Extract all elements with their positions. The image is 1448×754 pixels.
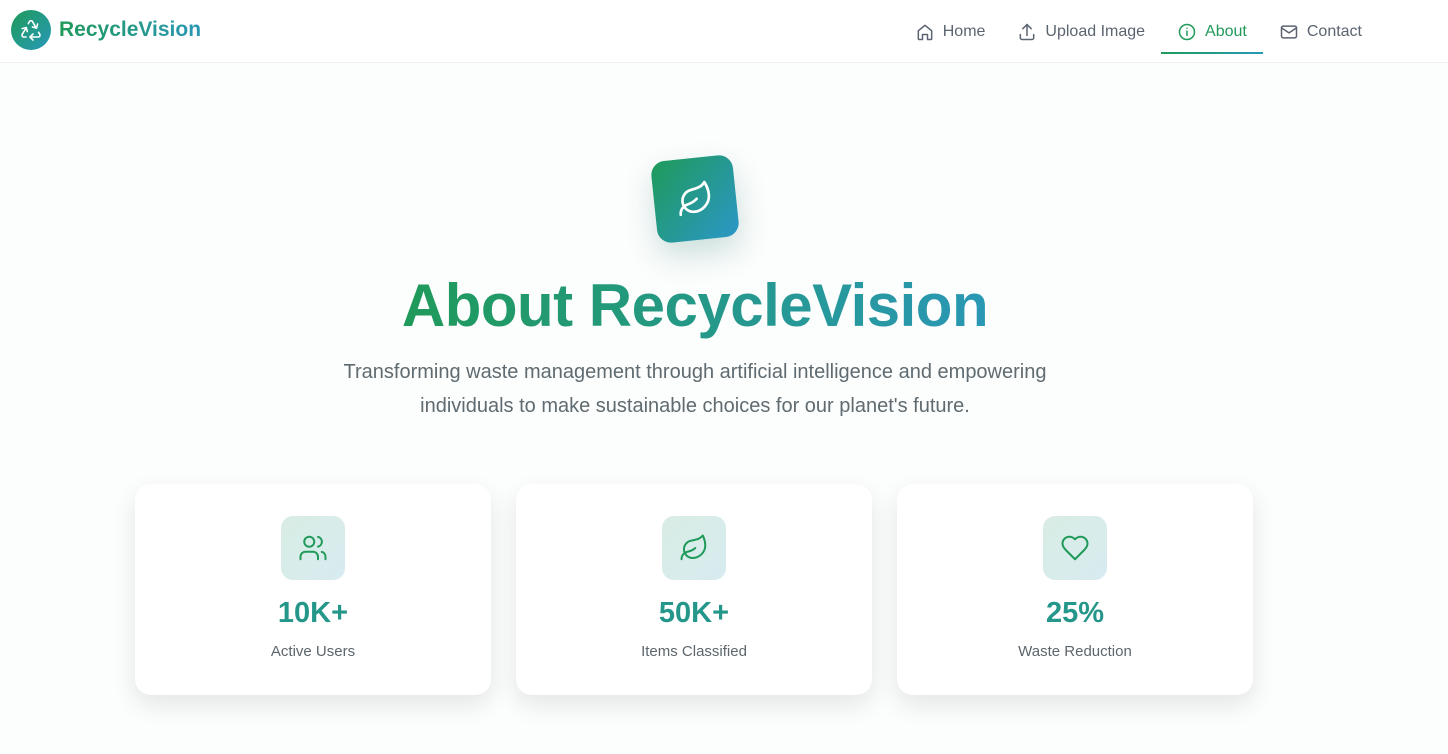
stat-icon-box (1043, 516, 1107, 580)
subtitle-line-1: Transforming waste management through ar… (343, 361, 1047, 383)
stat-card-items-classified: 50K+ Items Classified (516, 484, 872, 695)
stat-card-active-users: 10K+ Active Users (135, 484, 491, 695)
hero-leaf-badge (649, 153, 741, 245)
nav-home-label: Home (942, 22, 986, 40)
leaf-icon (680, 534, 707, 561)
recycle-icon (11, 10, 51, 50)
stat-value: 25% (1045, 597, 1105, 629)
nav-about-label: About (1205, 22, 1247, 40)
users-icon (299, 535, 327, 561)
stat-label: Active Users (270, 643, 356, 660)
stat-card-waste-reduction: 25% Waste Reduction (897, 484, 1253, 695)
upload-icon (1020, 23, 1035, 40)
nav-home[interactable]: Home (899, 0, 1002, 63)
subtitle-line-2: individuals to make sustainable choices … (420, 395, 970, 417)
top-navbar: RecycleVision Home Upload Image About Co… (0, 0, 1448, 63)
stat-icon-box (662, 516, 726, 580)
stat-label: Items Classified (641, 643, 747, 660)
page-title: About RecycleVision (401, 272, 989, 339)
brand[interactable]: RecycleVision (11, 10, 201, 50)
nav-upload-image[interactable]: Upload Image (1001, 0, 1161, 63)
leaf-icon (679, 180, 711, 217)
brand-name: RecycleVision (59, 18, 202, 41)
mail-icon (1280, 24, 1298, 39)
main-nav: Home Upload Image About Contact (899, 0, 1378, 63)
heart-icon (1061, 535, 1089, 561)
page-subtitle: Transforming waste management through ar… (320, 355, 1070, 423)
nav-contact-label: Contact (1306, 22, 1362, 40)
info-icon (1178, 23, 1196, 40)
nav-about[interactable]: About (1161, 0, 1263, 63)
nav-upload-label: Upload Image (1045, 22, 1146, 40)
nav-contact[interactable]: Contact (1263, 0, 1378, 63)
stat-value: 10K+ (277, 597, 349, 629)
stat-value: 50K+ (658, 597, 730, 629)
stat-icon-box (281, 516, 345, 580)
home-icon (917, 24, 933, 40)
stat-label: Waste Reduction (1018, 643, 1132, 660)
